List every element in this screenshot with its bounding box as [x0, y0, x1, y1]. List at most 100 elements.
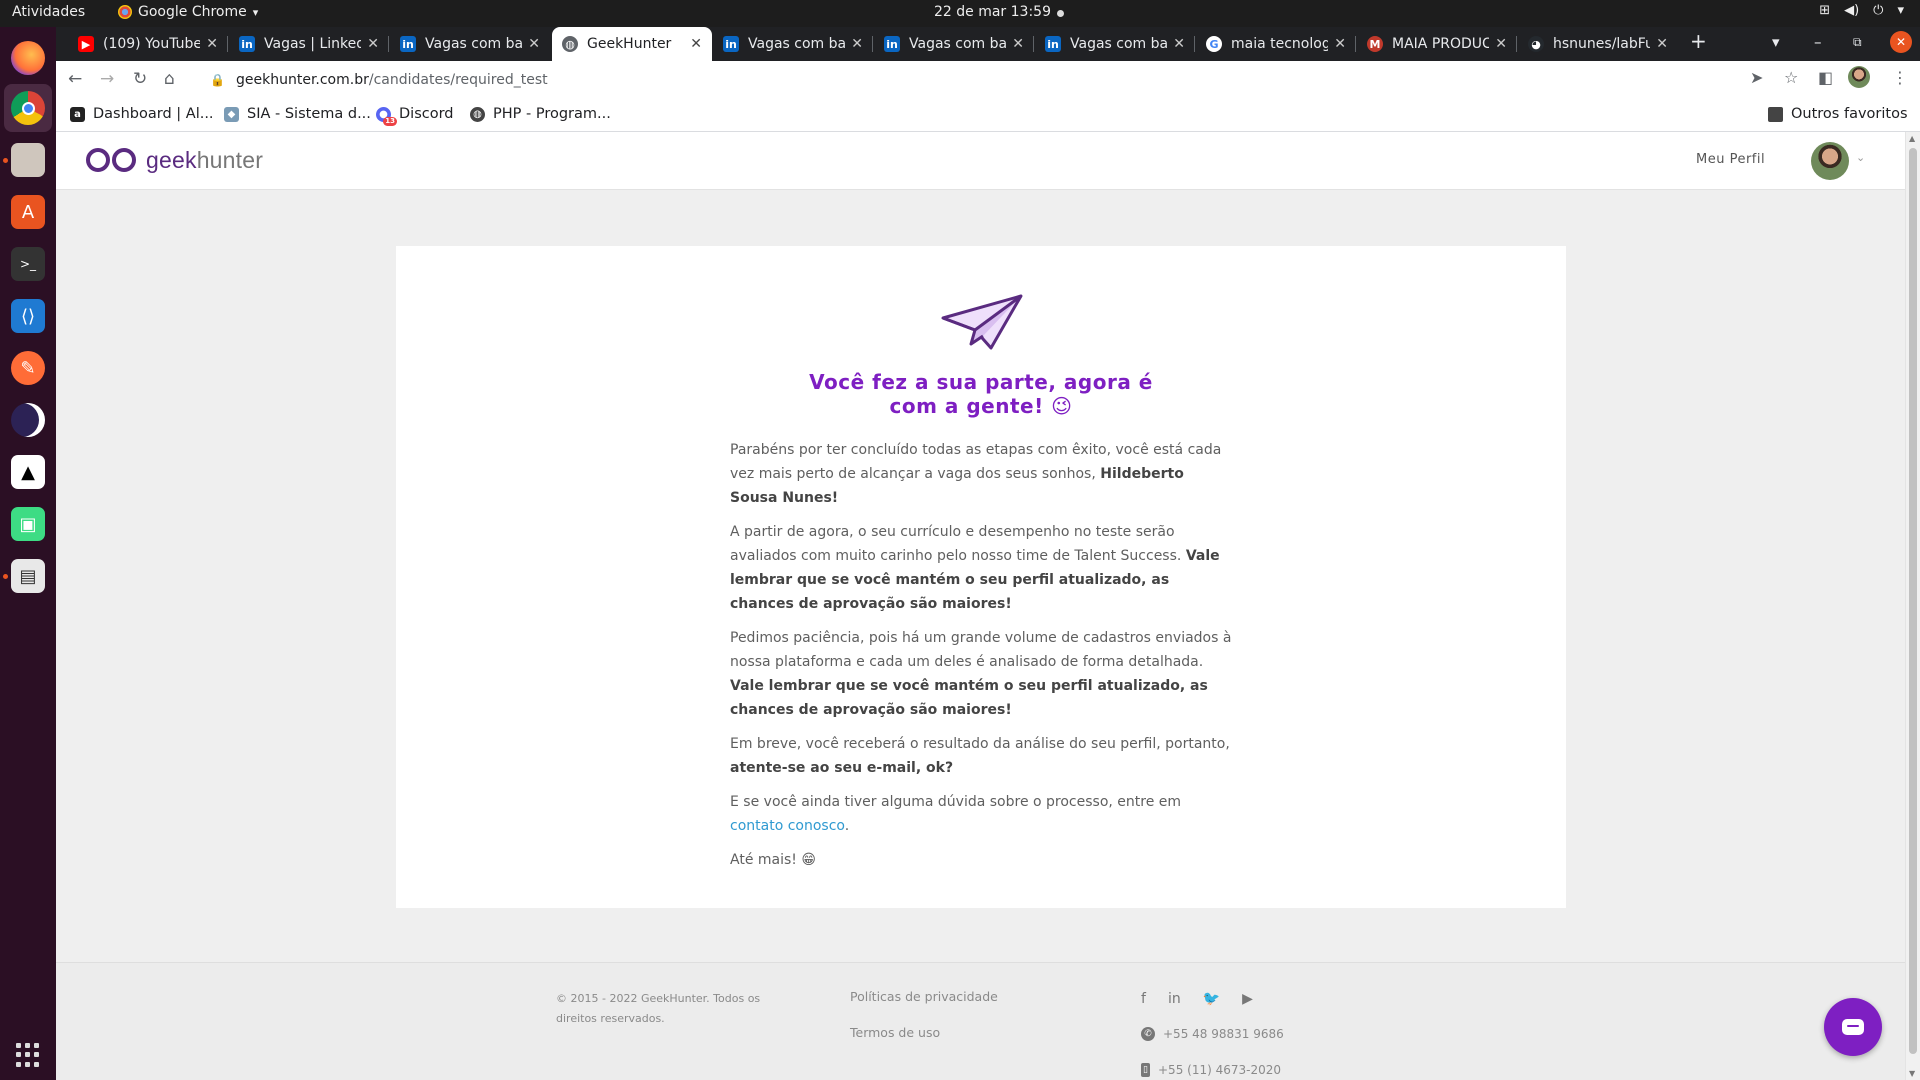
- facebook-icon[interactable]: f: [1141, 991, 1146, 1007]
- close-icon[interactable]: ✕: [1334, 36, 1346, 52]
- scrollbar[interactable]: ▲ ▼: [1905, 132, 1920, 1080]
- landline-phone[interactable]: ▯ +55 (11) 4673-2020: [1141, 1063, 1281, 1077]
- tab-search-icon[interactable]: ▾: [1772, 33, 1780, 51]
- close-icon[interactable]: ✕: [1012, 36, 1024, 52]
- paragraph: Pedimos paciência, pois há um grande vol…: [730, 630, 1232, 718]
- contact-link[interactable]: contato conosco: [730, 818, 845, 834]
- geekhunter-logo[interactable]: geekhunter: [86, 145, 263, 175]
- bookmark[interactable]: ◆ SIA - Sistema d...: [224, 106, 371, 122]
- dock: A >_ ⟨⟩ ✎ ▲ ▣ ▤: [0, 27, 56, 1080]
- chat-widget-button[interactable]: [1824, 998, 1882, 1056]
- paper-plane-icon: [941, 294, 1023, 350]
- vscode-icon[interactable]: ⟨⟩: [11, 299, 45, 333]
- geekhunter-logo-mark: [86, 145, 140, 175]
- close-icon[interactable]: ✕: [851, 36, 863, 52]
- tab-title: Vagas com base: [748, 36, 846, 52]
- avatar[interactable]: [1811, 142, 1849, 180]
- chevron-down-icon[interactable]: ⌄: [1856, 151, 1865, 164]
- android-studio-icon[interactable]: ▣: [11, 507, 45, 541]
- tab[interactable]: M MAIA PRODUCT ✕: [1357, 27, 1517, 61]
- other-bookmarks[interactable]: Outros favoritos: [1768, 106, 1908, 122]
- tab[interactable]: Gmaia tecnologia ✕: [1196, 27, 1356, 61]
- scroll-down-icon[interactable]: ▼: [1909, 1069, 1915, 1078]
- tab[interactable]: ◕ hsnunes/labFull ✕: [1518, 27, 1678, 61]
- bookmark[interactable]: ◍ PHP - Program...: [470, 106, 611, 122]
- globe-icon: ◍: [470, 106, 485, 122]
- linkedin-icon: in: [1045, 36, 1061, 52]
- grid-icon[interactable]: [16, 1043, 40, 1067]
- scrollbar-thumb[interactable]: [1909, 148, 1917, 1054]
- discord-bookmark-icon: ● 13: [376, 106, 397, 126]
- postman-icon[interactable]: ✎: [11, 351, 45, 385]
- bookmark-star-icon[interactable]: ☆: [1784, 68, 1798, 87]
- tab-separator: [1355, 36, 1356, 52]
- terms-of-use-link[interactable]: Termos de uso: [850, 1025, 940, 1040]
- twitter-icon[interactable]: 🐦: [1203, 991, 1220, 1007]
- page-title: Você fez a sua parte, agora é com a gent…: [809, 370, 1153, 418]
- linkedin-icon[interactable]: in: [1168, 991, 1181, 1007]
- minimize-icon[interactable]: –: [1814, 33, 1822, 51]
- inkscape-icon[interactable]: ▲: [11, 455, 45, 489]
- my-profile-link[interactable]: Meu Perfil: [1696, 152, 1765, 167]
- tab[interactable]: in Vagas | LinkedIn ✕: [229, 27, 389, 61]
- close-icon[interactable]: ✕: [1656, 36, 1668, 52]
- network-icon: ⊞: [1819, 3, 1831, 18]
- window-close-icon[interactable]: ✕: [1890, 31, 1912, 53]
- notification-badge: 13: [383, 116, 397, 126]
- system-menu[interactable]: ⊞ ◀) ⏻ ▾: [1819, 3, 1904, 18]
- tab[interactable]: in Vagas com base ✕: [874, 27, 1034, 61]
- bookmark-label: PHP - Program...: [493, 106, 611, 122]
- chrome-icon[interactable]: [11, 91, 45, 125]
- chevron-down-icon: ▾: [1897, 3, 1904, 18]
- paragraph: Até mais! 😁: [730, 852, 816, 868]
- tab-title: GeekHunter: [587, 36, 672, 52]
- restore-icon[interactable]: ⧉: [1853, 35, 1862, 50]
- dashboard-bookmark-icon: a: [70, 106, 85, 122]
- app-menu[interactable]: Google Chrome ▾: [118, 4, 258, 20]
- close-icon[interactable]: ✕: [206, 36, 218, 52]
- activities-button[interactable]: Atividades: [12, 4, 85, 20]
- terminal-icon[interactable]: >_: [11, 247, 45, 281]
- tab[interactable]: ▶ (109) YouTube ✕: [68, 27, 228, 61]
- new-tab-button[interactable]: +: [1690, 29, 1707, 53]
- side-panel-icon[interactable]: ◧: [1818, 68, 1833, 87]
- whatsapp-phone[interactable]: ✆ +55 48 98831 9686: [1141, 1027, 1284, 1041]
- logo-wordmark: geekhunter: [146, 146, 264, 173]
- folder-icon: [1768, 106, 1783, 122]
- paragraph: Em breve, você receberá o resultado da a…: [730, 736, 1230, 776]
- bookmark[interactable]: ● 13 Discord: [376, 106, 454, 126]
- reload-icon[interactable]: ↻: [133, 69, 147, 89]
- close-icon[interactable]: ✕: [528, 36, 540, 52]
- app-menu-label: Google Chrome: [138, 4, 247, 20]
- menu-icon[interactable]: ⋮: [1892, 68, 1908, 87]
- tab[interactable]: in Vagas com base ✕: [713, 27, 873, 61]
- tab-active[interactable]: ◍ GeekHunter ✕: [552, 27, 712, 61]
- sia-bookmark-icon: ◆: [224, 106, 239, 122]
- close-icon[interactable]: ✕: [1495, 36, 1507, 52]
- close-icon[interactable]: ✕: [1173, 36, 1185, 52]
- profile-avatar[interactable]: [1848, 66, 1870, 88]
- close-icon[interactable]: ✕: [367, 36, 379, 52]
- mobile-icon: ▯: [1141, 1063, 1150, 1077]
- files-icon[interactable]: [11, 143, 45, 177]
- bookmark[interactable]: a Dashboard | Al...: [70, 106, 214, 122]
- close-icon[interactable]: ✕: [690, 36, 702, 52]
- back-icon[interactable]: ←: [68, 69, 82, 89]
- app-center-icon[interactable]: A: [11, 195, 45, 229]
- firefox-icon[interactable]: [11, 41, 45, 75]
- tab-title: (109) YouTube: [103, 36, 201, 52]
- home-icon[interactable]: ⌂: [164, 69, 175, 89]
- youtube-icon[interactable]: ▶: [1242, 991, 1253, 1007]
- tab[interactable]: in Vagas com base ✕: [1035, 27, 1195, 61]
- scroll-up-icon[interactable]: ▲: [1909, 134, 1915, 143]
- eclipse-icon[interactable]: [11, 403, 45, 437]
- forward-icon[interactable]: →: [100, 69, 114, 89]
- clock[interactable]: 22 de mar 13:59: [934, 4, 1051, 20]
- address-bar[interactable]: 🔒 geekhunter.com.br/candidates/required_…: [196, 65, 1876, 95]
- tab[interactable]: in Vagas com base ✕: [390, 27, 550, 61]
- github-icon: ◕: [1528, 36, 1544, 52]
- privacy-policy-link[interactable]: Políticas de privacidade: [850, 989, 998, 1004]
- send-icon[interactable]: ➤: [1750, 68, 1763, 87]
- tab-separator: [227, 36, 228, 52]
- document-viewer-icon[interactable]: ▤: [11, 559, 45, 593]
